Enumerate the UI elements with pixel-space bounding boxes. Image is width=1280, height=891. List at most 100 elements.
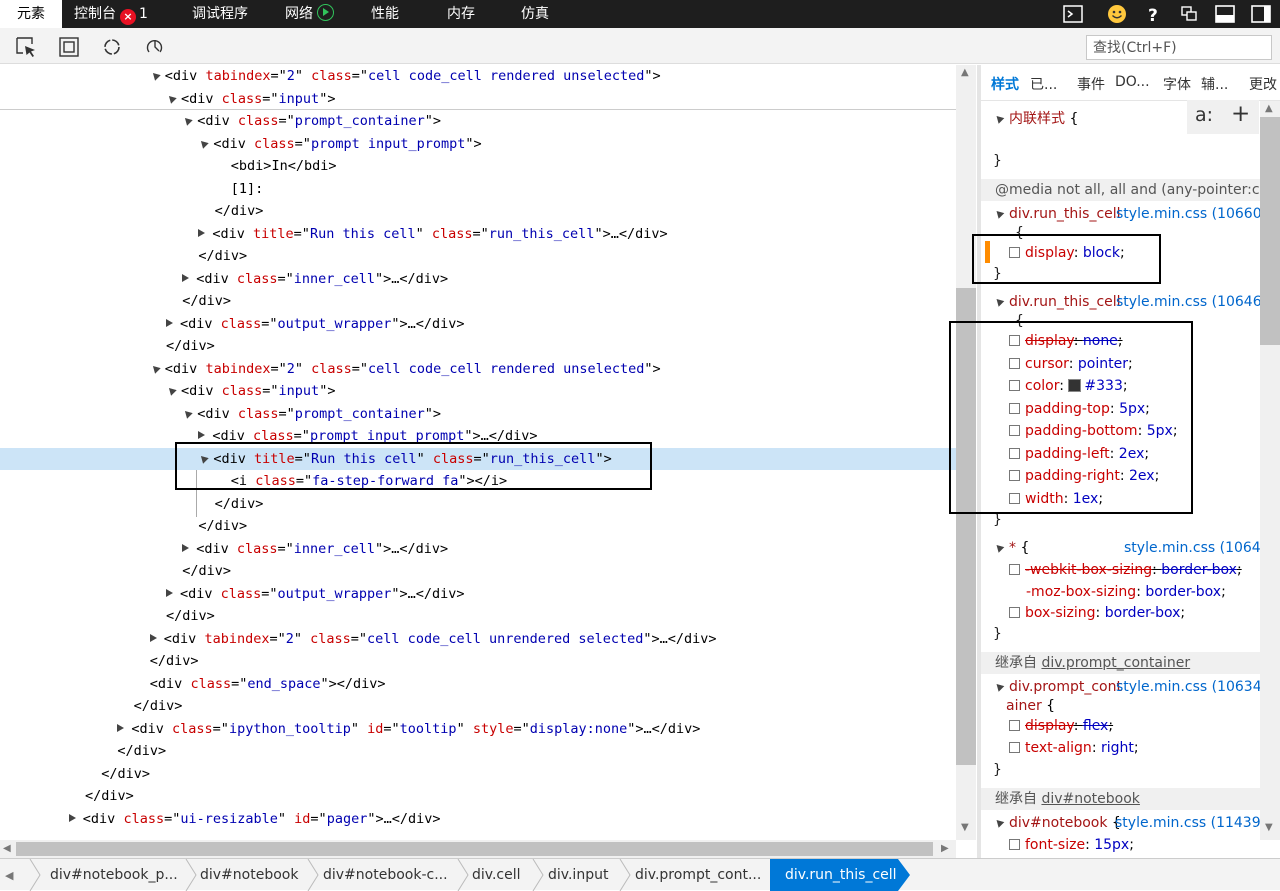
property-value[interactable]: pointer bbox=[1078, 356, 1128, 372]
dom-node[interactable]: <div class="prompt input_prompt"> bbox=[0, 133, 956, 156]
property-checkbox[interactable] bbox=[1009, 447, 1020, 459]
collapse-triangle-icon[interactable] bbox=[149, 362, 161, 374]
property-value[interactable]: 15px bbox=[1094, 837, 1129, 853]
style-property[interactable]: -moz-box-sizing: border-box; bbox=[1009, 581, 1226, 603]
styles-scroll-thumb[interactable] bbox=[1260, 117, 1280, 345]
dom-node[interactable]: <bdi>In</bdi> bbox=[0, 155, 956, 178]
property-checkbox[interactable] bbox=[1009, 839, 1020, 850]
dom-node[interactable]: <div class="ui-resizable" id="pager">…</… bbox=[0, 808, 956, 831]
expand-triangle-icon[interactable] bbox=[993, 296, 1005, 307]
dom-hscroll-thumb[interactable] bbox=[16, 842, 933, 856]
property-value[interactable]: block bbox=[1083, 245, 1120, 261]
style-property[interactable]: box-sizing: border-box; bbox=[1009, 602, 1185, 624]
scroll-right-icon[interactable]: ▶ bbox=[941, 843, 949, 854]
property-value[interactable]: border-box bbox=[1145, 584, 1221, 600]
dom-node[interactable]: </div> bbox=[0, 785, 956, 808]
color-swatch[interactable] bbox=[1068, 379, 1082, 392]
expand-triangle-icon[interactable] bbox=[198, 228, 206, 237]
property-name[interactable]: padding-right bbox=[1025, 468, 1120, 484]
expand-triangle-icon[interactable] bbox=[993, 681, 1005, 692]
property-checkbox[interactable] bbox=[1009, 607, 1020, 618]
property-value[interactable]: border-box bbox=[1161, 562, 1237, 578]
style-property[interactable]: display: block; bbox=[1009, 242, 1125, 264]
expand-triangle-icon[interactable] bbox=[166, 318, 173, 327]
expand-triangle-icon[interactable] bbox=[993, 817, 1005, 828]
expand-triangle-icon[interactable] bbox=[182, 273, 190, 282]
help-icon[interactable]: ? bbox=[1142, 3, 1164, 25]
highlight-box-icon[interactable] bbox=[58, 36, 80, 58]
property-checkbox[interactable] bbox=[1009, 742, 1020, 753]
expand-triangle-icon[interactable] bbox=[149, 633, 157, 642]
dom-node[interactable]: </div> bbox=[0, 515, 956, 538]
property-value[interactable]: border-box bbox=[1105, 605, 1181, 621]
new-rule-button[interactable]: + bbox=[1231, 101, 1250, 127]
collapse-triangle-icon[interactable] bbox=[182, 115, 193, 126]
property-checkbox[interactable] bbox=[1009, 425, 1020, 436]
property-name[interactable]: -moz-box-sizing bbox=[1026, 584, 1136, 600]
expand-triangle-icon[interactable] bbox=[993, 208, 1005, 219]
dom-node[interactable]: </div> bbox=[0, 335, 956, 358]
collapse-triangle-icon[interactable] bbox=[182, 407, 193, 419]
dom-node[interactable]: <div class="inner_cell">…</div> bbox=[0, 538, 956, 561]
rule-source-link[interactable]: style.min.css (11439) bbox=[1115, 812, 1260, 834]
property-name[interactable]: display bbox=[1025, 245, 1074, 261]
property-name[interactable]: box-sizing bbox=[1025, 605, 1096, 621]
dom-node[interactable]: <div class="ipython_tooltip" id="tooltip… bbox=[0, 718, 956, 741]
rule-source-link[interactable]: style.min.css (10660) bbox=[1116, 203, 1260, 225]
property-checkbox[interactable] bbox=[1009, 357, 1020, 369]
inherited-from-link[interactable]: div.prompt_container bbox=[1041, 655, 1190, 671]
expand-triangle-icon[interactable] bbox=[68, 813, 76, 822]
style-property[interactable]: padding-top: 5px; bbox=[1009, 398, 1150, 420]
property-value[interactable]: 2ex bbox=[1119, 446, 1145, 462]
scroll-up-icon[interactable]: ▲ bbox=[961, 67, 969, 78]
collapse-triangle-icon[interactable] bbox=[149, 70, 161, 81]
tab-fonts[interactable]: 字体 bbox=[1163, 74, 1191, 94]
property-checkbox[interactable] bbox=[1009, 335, 1020, 346]
property-name[interactable]: padding-top bbox=[1025, 401, 1110, 417]
property-checkbox[interactable] bbox=[1009, 470, 1020, 481]
style-property[interactable]: width: 1ex; bbox=[1009, 488, 1103, 510]
property-name[interactable]: cursor bbox=[1025, 356, 1069, 372]
rule-selector[interactable]: div.run_this_cell bbox=[993, 203, 1121, 225]
scroll-down-icon[interactable]: ▼ bbox=[1265, 822, 1273, 833]
dom-node[interactable]: </div> bbox=[0, 560, 956, 583]
property-value[interactable]: right bbox=[1101, 740, 1134, 756]
property-checkbox[interactable] bbox=[1009, 720, 1020, 731]
property-checkbox[interactable] bbox=[1009, 564, 1020, 575]
collapse-triangle-icon[interactable] bbox=[198, 452, 210, 464]
style-property[interactable]: text-align: right; bbox=[1009, 737, 1139, 759]
property-name[interactable]: display bbox=[1025, 333, 1074, 349]
dom-node[interactable]: </div> bbox=[0, 650, 956, 673]
dom-scroll-thumb[interactable] bbox=[956, 288, 976, 765]
rule-source-link[interactable]: style.min.css (10634) bbox=[1116, 676, 1260, 698]
expand-triangle-icon[interactable] bbox=[198, 431, 206, 439]
tab-dom-breakpoints[interactable]: DO... bbox=[1115, 74, 1150, 90]
property-name[interactable]: padding-bottom bbox=[1025, 423, 1138, 439]
dom-node[interactable]: </div> bbox=[0, 695, 956, 718]
dom-vertical-scrollbar[interactable]: ▲ ▼ bbox=[956, 65, 976, 840]
property-checkbox[interactable] bbox=[1009, 247, 1020, 258]
property-checkbox[interactable] bbox=[1009, 402, 1020, 414]
rule-selector[interactable]: * { bbox=[993, 537, 1029, 559]
rule-source-link[interactable]: style.min.css (1064) bbox=[1124, 537, 1260, 559]
dom-node[interactable]: <div class="end_space"></div> bbox=[0, 673, 956, 696]
console-icon[interactable] bbox=[1062, 3, 1084, 25]
tab-styles[interactable]: 样式 bbox=[991, 74, 1019, 94]
dom-node[interactable]: </div> bbox=[0, 200, 956, 223]
scroll-down-icon[interactable]: ▼ bbox=[961, 822, 969, 833]
dom-node[interactable]: <div class="prompt_container"> bbox=[0, 403, 956, 426]
dom-node[interactable]: <div class="input"> bbox=[0, 380, 956, 403]
dom-node[interactable]: <div class="prompt_container"> bbox=[0, 110, 956, 133]
dom-node[interactable]: <div tabindex="2" class="cell code_cell … bbox=[0, 358, 956, 381]
property-name[interactable]: display bbox=[1025, 718, 1074, 734]
tab-console[interactable]: 控制台 × 1 bbox=[74, 0, 148, 28]
property-value[interactable]: 1ex bbox=[1073, 491, 1099, 507]
rule-source-link[interactable]: style.min.css (10646) bbox=[1116, 291, 1260, 313]
expand-triangle-icon[interactable] bbox=[182, 543, 190, 552]
style-property[interactable]: line-height: 20px; bbox=[1009, 856, 1149, 858]
property-value[interactable]: flex bbox=[1083, 718, 1108, 734]
property-name[interactable]: color bbox=[1025, 378, 1059, 394]
style-property[interactable]: display: none; bbox=[1009, 330, 1123, 352]
dom-node[interactable]: <div class="input"> bbox=[0, 88, 956, 111]
smiley-icon[interactable] bbox=[1106, 3, 1128, 25]
